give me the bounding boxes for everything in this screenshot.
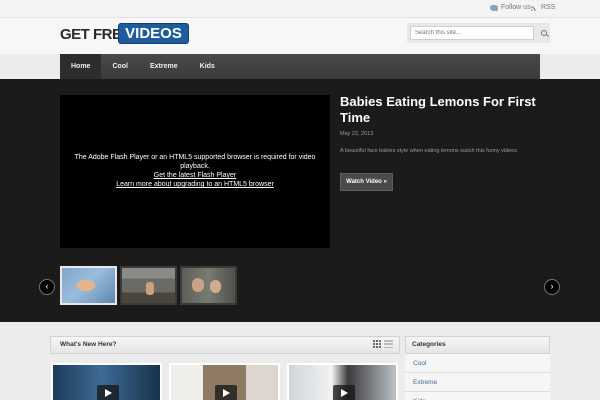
- main-nav: Home Cool Extreme Kids: [60, 54, 540, 79]
- watch-video-button[interactable]: Watch Video »: [340, 173, 393, 191]
- categories-list: Cool Extreme Kids: [405, 354, 550, 400]
- rss-label: RSS: [541, 4, 556, 11]
- whats-new-header: What's New Here?: [50, 336, 400, 354]
- slider-thumbnail[interactable]: [60, 266, 117, 305]
- top-bar: Follow us RSS: [0, 0, 600, 18]
- category-kids[interactable]: Kids: [405, 392, 550, 400]
- html5-browser-link[interactable]: Learn more about upgrading to an HTML5 b…: [60, 180, 330, 189]
- featured-slider: The Adobe Flash Player or an HTML5 suppo…: [0, 79, 600, 322]
- list-view-icon[interactable]: [384, 340, 393, 348]
- nav-item-cool[interactable]: Cool: [101, 54, 139, 79]
- follow-us-label: Follow us: [501, 4, 531, 11]
- grid-view-icon[interactable]: [373, 340, 381, 348]
- slider-prev-arrow-icon[interactable]: ‹: [39, 279, 55, 295]
- logo-text-right[interactable]: VIDEOS: [118, 23, 189, 44]
- slider-thumbnail[interactable]: [120, 266, 177, 305]
- twitter-bird-icon: [490, 4, 498, 11]
- video-thumbnail[interactable]: [51, 363, 162, 400]
- slider-thumbnail[interactable]: [180, 266, 237, 305]
- featured-date: May 22, 2013: [340, 131, 374, 137]
- video-thumbnail[interactable]: [287, 363, 398, 400]
- play-icon: [333, 385, 355, 400]
- search-icon: [540, 30, 547, 36]
- slider-next-arrow-icon[interactable]: ›: [544, 279, 560, 295]
- category-cool[interactable]: Cool: [405, 354, 550, 373]
- category-extreme[interactable]: Extreme: [405, 373, 550, 392]
- follow-us-link[interactable]: Follow us: [490, 4, 531, 11]
- nav-item-home[interactable]: Home: [60, 54, 102, 79]
- whats-new-title: What's New Here?: [60, 341, 117, 348]
- categories-title: Categories: [412, 341, 446, 348]
- featured-title[interactable]: Babies Eating Lemons For First Time: [340, 94, 540, 126]
- video-thumbnail[interactable]: [169, 363, 280, 400]
- flash-player-link[interactable]: Get the latest Flash Player: [60, 171, 330, 180]
- site-header: GET FREE VIDEOS: [0, 18, 600, 54]
- search-button[interactable]: [537, 26, 550, 40]
- play-icon: [215, 385, 237, 400]
- play-icon: [97, 385, 119, 400]
- search-input[interactable]: [410, 26, 534, 40]
- categories-header: Categories: [405, 336, 550, 354]
- rss-link[interactable]: RSS: [531, 4, 555, 11]
- video-player[interactable]: The Adobe Flash Player or an HTML5 suppo…: [60, 95, 330, 248]
- nav-item-kids[interactable]: Kids: [189, 54, 226, 79]
- player-message: The Adobe Flash Player or an HTML5 suppo…: [74, 154, 316, 170]
- featured-description: A beautiful face babies style when eatin…: [340, 148, 518, 154]
- search-box: [407, 23, 550, 43]
- nav-item-extreme[interactable]: Extreme: [139, 54, 189, 79]
- rss-icon: [531, 4, 538, 11]
